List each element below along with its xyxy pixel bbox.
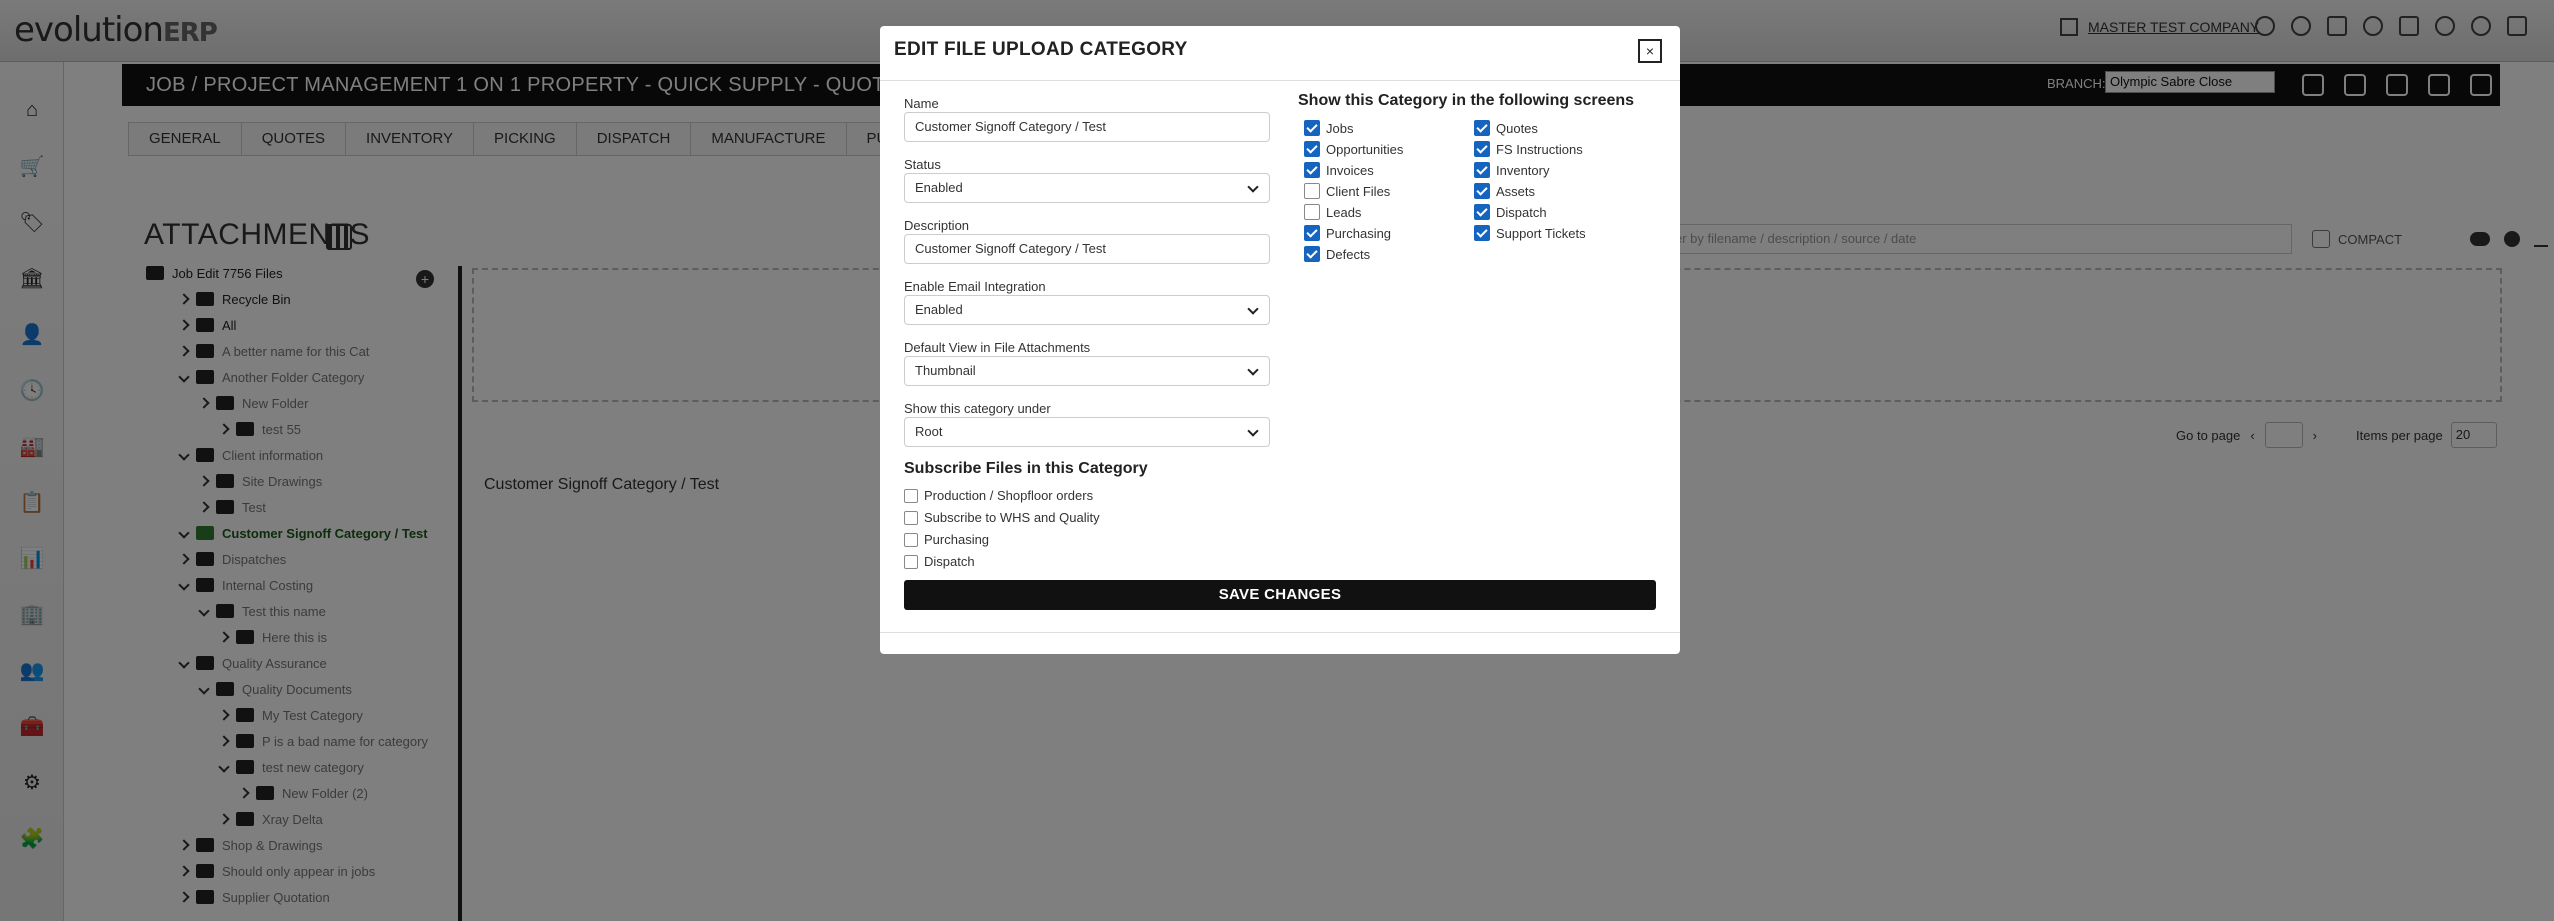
screen-option-jobs[interactable]: Jobs (1304, 120, 1353, 136)
screen-option-defects[interactable]: Defects (1304, 246, 1370, 262)
status-label: Status (904, 157, 941, 172)
checkbox[interactable] (1474, 183, 1490, 199)
screen-option-inventory[interactable]: Inventory (1474, 162, 1549, 178)
subscribe-heading: Subscribe Files in this Category (904, 460, 1148, 477)
checkbox[interactable] (1474, 204, 1490, 220)
checkbox[interactable] (1474, 120, 1490, 136)
description-label: Description (904, 218, 970, 233)
screen-option-dispatch[interactable]: Dispatch (1474, 204, 1547, 220)
checkbox[interactable] (1304, 225, 1320, 241)
checkbox[interactable] (1304, 204, 1320, 220)
checkbox[interactable] (1304, 141, 1320, 157)
screen-option-leads[interactable]: Leads (1304, 204, 1361, 220)
screen-option-support-tickets[interactable]: Support Tickets (1474, 225, 1586, 241)
status-select[interactable]: Enabled (904, 173, 1270, 203)
checkbox[interactable] (1474, 225, 1490, 241)
screen-option-invoices[interactable]: Invoices (1304, 162, 1374, 178)
email-integration-select[interactable]: Enabled (904, 295, 1270, 325)
name-field[interactable]: Customer Signoff Category / Test (904, 112, 1270, 142)
checkbox[interactable] (904, 488, 918, 503)
checkbox[interactable] (904, 510, 918, 525)
subscribe-option[interactable]: Production / Shopfloor orders (904, 488, 1093, 503)
screen-option-quotes[interactable]: Quotes (1474, 120, 1538, 136)
subscribe-option[interactable]: Subscribe to WHS and Quality (904, 510, 1100, 525)
email-integration-label: Enable Email Integration (904, 279, 1046, 294)
screen-option-opportunities[interactable]: Opportunities (1304, 141, 1403, 157)
default-view-select[interactable]: Thumbnail (904, 356, 1270, 386)
default-view-label: Default View in File Attachments (904, 340, 1091, 355)
chevron-down-icon (1247, 181, 1259, 193)
chevron-down-icon (1247, 303, 1259, 315)
show-under-label: Show this category under (904, 401, 1051, 416)
close-button[interactable]: × (1638, 39, 1662, 63)
checkbox[interactable] (1304, 246, 1320, 262)
checkbox[interactable] (904, 532, 918, 547)
screen-option-client-files[interactable]: Client Files (1304, 183, 1390, 199)
screen-option-assets[interactable]: Assets (1474, 183, 1535, 199)
checkbox[interactable] (1304, 183, 1320, 199)
divider (880, 632, 1680, 633)
chevron-down-icon (1247, 425, 1259, 437)
checkbox[interactable] (904, 554, 918, 569)
divider (880, 80, 1680, 81)
checkbox[interactable] (1304, 120, 1320, 136)
checkbox[interactable] (1304, 162, 1320, 178)
checkbox[interactable] (1474, 162, 1490, 178)
subscribe-option[interactable]: Purchasing (904, 532, 989, 547)
edit-category-modal: EDIT FILE UPLOAD CATEGORY × Name Custome… (880, 26, 1680, 654)
name-label: Name (904, 96, 939, 111)
subscribe-option[interactable]: Dispatch (904, 554, 975, 569)
checkbox[interactable] (1474, 141, 1490, 157)
screen-option-purchasing[interactable]: Purchasing (1304, 225, 1391, 241)
screen-option-fs-instructions[interactable]: FS Instructions (1474, 141, 1583, 157)
save-changes-button[interactable]: SAVE CHANGES (904, 580, 1656, 610)
modal-title: EDIT FILE UPLOAD CATEGORY (894, 39, 1188, 60)
show-under-select[interactable]: Root (904, 417, 1270, 447)
description-field[interactable]: Customer Signoff Category / Test (904, 234, 1270, 264)
screens-heading: Show this Category in the following scre… (1298, 92, 1635, 109)
chevron-down-icon (1247, 364, 1259, 376)
